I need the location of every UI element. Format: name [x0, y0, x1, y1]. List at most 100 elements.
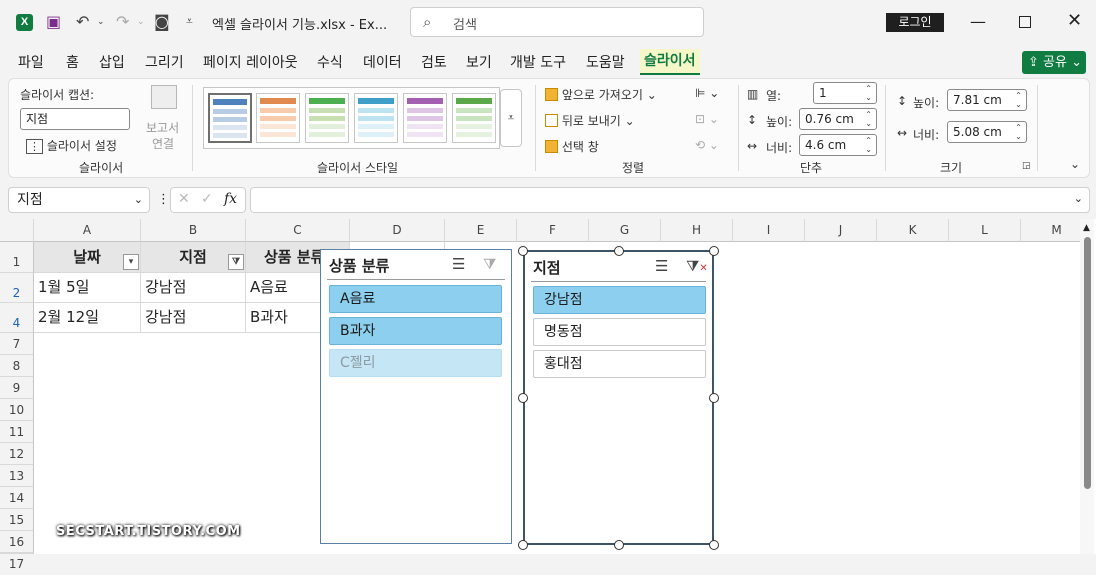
customize-qat-icon[interactable]: ⩡	[186, 14, 193, 29]
spinner-icon[interactable]: ⌃ ⌄	[865, 84, 872, 102]
row-header-8[interactable]: 8	[0, 355, 34, 377]
columns-input[interactable]: 1 ⌃ ⌄	[813, 82, 877, 104]
tab-file[interactable]: 파일	[18, 52, 44, 72]
search-box[interactable]: ⌕ 검색	[410, 7, 704, 37]
redo-dropdown-icon[interactable]: ⌄	[137, 17, 145, 27]
button-width-input[interactable]: 4.6 cm ⌃ ⌄	[799, 134, 877, 156]
more-options-icon[interactable]: ⋮	[157, 192, 170, 207]
bring-forward-button[interactable]: 앞으로 가져오기 ⌄	[545, 86, 657, 103]
cancel-icon[interactable]: ✕	[178, 191, 190, 207]
redo-icon[interactable]: ↷	[116, 12, 129, 31]
spinner-icon[interactable]: ⌃ ⌄	[865, 110, 872, 128]
tab-data[interactable]: 데이터	[363, 52, 402, 72]
gallery-more-icon[interactable]: ⩡	[500, 89, 522, 147]
filter-active-icon[interactable]: ⧩	[228, 254, 244, 270]
scroll-up-icon[interactable]: ▲	[1083, 223, 1090, 233]
column-header-j[interactable]: J	[805, 219, 877, 242]
row-header-10[interactable]: 10	[0, 399, 34, 421]
tab-help[interactable]: 도움말	[586, 52, 625, 72]
spinner-icon[interactable]: ⌃ ⌄	[1015, 123, 1022, 141]
tab-home[interactable]: 홈	[66, 52, 79, 72]
rotate-icon[interactable]: ⟲ ⌄	[695, 138, 719, 152]
resize-handle[interactable]	[709, 246, 719, 256]
clear-filter-icon[interactable]: ⧩✕	[686, 257, 708, 275]
size-width-input[interactable]: 5.08 cm ⌃ ⌄	[947, 121, 1027, 143]
tab-insert[interactable]: 삽입	[99, 52, 125, 72]
column-header-l[interactable]: L	[949, 219, 1021, 242]
column-header-e[interactable]: E	[445, 219, 517, 242]
scrollbar-thumb[interactable]	[1084, 237, 1091, 489]
send-backward-button[interactable]: 뒤로 보내기 ⌄	[545, 112, 635, 129]
table-cell[interactable]: 강남점	[141, 303, 246, 333]
slicer-style-5[interactable]	[403, 93, 447, 143]
table-cell[interactable]: 2월 12일	[34, 303, 141, 333]
spinner-icon[interactable]: ⌃ ⌄	[865, 136, 872, 154]
spreadsheet-grid[interactable]: A B C D E F G H I J K L M 1 2 4 7 8 9 10…	[0, 219, 1096, 571]
column-header-b[interactable]: B	[141, 219, 246, 242]
table-cell[interactable]: 강남점	[141, 273, 246, 303]
row-header-2[interactable]: 2	[0, 273, 34, 303]
name-box[interactable]: 지점 ⌄	[8, 187, 150, 213]
multi-select-icon[interactable]: ☰	[452, 255, 465, 273]
slicer-item-hongdae[interactable]: 홍대점	[533, 350, 706, 378]
formula-input[interactable]: ⌄	[250, 187, 1090, 213]
slicer-settings-button[interactable]: ⋮ 슬라이서 설정	[26, 137, 117, 154]
resize-handle[interactable]	[518, 393, 528, 403]
row-header-4[interactable]: 4	[0, 303, 34, 333]
slicer-style-4[interactable]	[354, 93, 398, 143]
slicer-caption-input[interactable]: 지점	[20, 108, 130, 130]
tab-view[interactable]: 보기	[466, 52, 492, 72]
enter-icon[interactable]: ✓	[201, 191, 213, 207]
column-header-a[interactable]: A	[34, 219, 141, 242]
column-header-f[interactable]: F	[517, 219, 589, 242]
column-header-c[interactable]: C	[246, 219, 350, 242]
expand-formula-icon[interactable]: ⌄	[1074, 192, 1083, 205]
close-icon[interactable]: ✕	[1067, 10, 1082, 31]
slicer-style-2[interactable]	[256, 93, 300, 143]
slicer-style-3[interactable]	[305, 93, 349, 143]
column-header-k[interactable]: K	[877, 219, 949, 242]
align-icon[interactable]: ⊫ ⌄	[695, 86, 719, 100]
report-connections-line2[interactable]: 연결	[152, 135, 174, 152]
slicer-item-myeongdong[interactable]: 명동점	[533, 318, 706, 346]
slicer-style-1[interactable]	[208, 93, 252, 143]
name-box-dropdown-icon[interactable]: ⌄	[134, 188, 143, 212]
row-header-14[interactable]: 14	[0, 487, 34, 509]
tab-slicer[interactable]: 슬라이서	[640, 49, 700, 75]
resize-handle[interactable]	[518, 540, 528, 550]
login-button[interactable]: 로그인	[886, 13, 944, 32]
table-cell[interactable]: 1월 5일	[34, 273, 141, 303]
spinner-icon[interactable]: ⌃ ⌄	[1015, 91, 1022, 109]
save-icon[interactable]: ▣	[46, 12, 61, 31]
column-header-h[interactable]: H	[661, 219, 733, 242]
slicer-item-b-snack[interactable]: B과자	[329, 317, 502, 345]
minimize-icon[interactable]: —	[970, 12, 986, 31]
row-header-1[interactable]: 1	[0, 242, 34, 273]
share-button[interactable]: ⇪ 공유 ⌄	[1022, 51, 1086, 74]
button-height-input[interactable]: 0.76 cm ⌃ ⌄	[799, 108, 877, 130]
tab-draw[interactable]: 그리기	[145, 52, 184, 72]
maximize-icon[interactable]	[1019, 16, 1031, 28]
resize-handle[interactable]	[709, 393, 719, 403]
row-header-11[interactable]: 11	[0, 421, 34, 443]
tab-page-layout[interactable]: 페이지 레이아웃	[203, 52, 298, 72]
multi-select-icon[interactable]: ☰	[655, 257, 668, 275]
slicer-item-a-drink[interactable]: A음료	[329, 285, 502, 313]
collapse-ribbon-icon[interactable]: ⌄	[1070, 157, 1080, 171]
vertical-scrollbar[interactable]: ▲	[1080, 219, 1094, 554]
row-header-15[interactable]: 15	[0, 509, 34, 531]
undo-dropdown-icon[interactable]: ⌄	[97, 17, 105, 27]
group-objects-icon[interactable]: ⊡ ⌄	[695, 112, 719, 126]
tab-review[interactable]: 검토	[421, 52, 447, 72]
slicer-branch[interactable]: 지점 ☰ ⧩✕ 강남점 명동점 홍대점	[523, 250, 714, 545]
slicer-item-gangnam[interactable]: 강남점	[533, 286, 706, 314]
table-header-date[interactable]: 날짜 ▾	[34, 242, 141, 273]
row-header-12[interactable]: 12	[0, 443, 34, 465]
size-height-input[interactable]: 7.81 cm ⌃ ⌄	[947, 89, 1027, 111]
row-header-16[interactable]: 16	[0, 531, 34, 553]
undo-icon[interactable]: ↶	[76, 12, 89, 31]
camera-icon[interactable]: ◙	[154, 12, 170, 31]
row-header-7[interactable]: 7	[0, 333, 34, 355]
column-header-d[interactable]: D	[350, 219, 445, 242]
slicer-item-c-jelly[interactable]: C젤리	[329, 349, 502, 377]
